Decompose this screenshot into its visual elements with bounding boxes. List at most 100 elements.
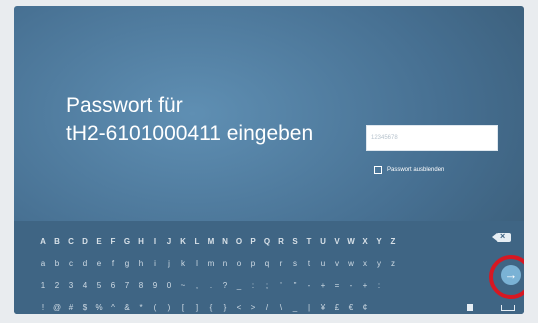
spacebar-icon[interactable]	[501, 305, 515, 311]
keyboard-key[interactable]: B	[50, 235, 64, 249]
keyboard-key[interactable]: U	[316, 235, 330, 249]
keyboard-key[interactable]: k	[176, 257, 190, 271]
keyboard-key[interactable]: #	[64, 301, 78, 314]
keyboard-key[interactable]: -	[302, 279, 316, 293]
keyboard-key[interactable]: X	[358, 235, 372, 249]
keyboard-key[interactable]: $	[78, 301, 92, 314]
keyboard-key[interactable]: z	[386, 257, 400, 271]
keyboard-key[interactable]: m	[204, 257, 218, 271]
keyboard-key[interactable]: +	[358, 279, 372, 293]
keyboard-key[interactable]: }	[218, 301, 232, 314]
keyboard-key[interactable]: f	[106, 257, 120, 271]
keyboard-key[interactable]: c	[64, 257, 78, 271]
keyboard-key[interactable]: V	[330, 235, 344, 249]
keyboard-key[interactable]: E	[92, 235, 106, 249]
keyboard-key[interactable]: e	[92, 257, 106, 271]
keyboard-key[interactable]: _	[232, 279, 246, 293]
keyboard-key[interactable]: Y	[372, 235, 386, 249]
keyboard-key[interactable]: ,	[190, 279, 204, 293]
keyboard-key[interactable]: q	[260, 257, 274, 271]
keyboard-key[interactable]: u	[316, 257, 330, 271]
keyboard-key[interactable]: @	[50, 301, 64, 314]
keyboard-key[interactable]: t	[302, 257, 316, 271]
keyboard-key[interactable]: T	[302, 235, 316, 249]
keyboard-key[interactable]: _	[288, 301, 302, 314]
keyboard-key[interactable]: I	[148, 235, 162, 249]
keyboard-key[interactable]: 7	[120, 279, 134, 293]
keyboard-key[interactable]: M	[204, 235, 218, 249]
keyboard-key[interactable]: 1	[36, 279, 50, 293]
keyboard-key[interactable]: ?	[218, 279, 232, 293]
keyboard-key[interactable]: =	[330, 279, 344, 293]
keyboard-key[interactable]: ¥	[316, 301, 330, 314]
keyboard-key[interactable]: y	[372, 257, 386, 271]
keyboard-key[interactable]: 8	[134, 279, 148, 293]
keyboard-key[interactable]: 4	[78, 279, 92, 293]
keyboard-key[interactable]: <	[232, 301, 246, 314]
keyboard-key[interactable]: l	[190, 257, 204, 271]
keyboard-key[interactable]: L	[190, 235, 204, 249]
keyboard-key[interactable]: *	[134, 301, 148, 314]
keyboard-key[interactable]: p	[246, 257, 260, 271]
keyboard-key[interactable]: n	[218, 257, 232, 271]
keyboard-key[interactable]: D	[78, 235, 92, 249]
keyboard-key[interactable]: Q	[260, 235, 274, 249]
keyboard-key[interactable]: >	[246, 301, 260, 314]
keyboard-key[interactable]: )	[162, 301, 176, 314]
keyboard-key[interactable]: 3	[64, 279, 78, 293]
keyboard-key[interactable]: H	[134, 235, 148, 249]
keyboard-key[interactable]: 0	[162, 279, 176, 293]
keyboard-key[interactable]: ]	[190, 301, 204, 314]
keyboard-key[interactable]: !	[36, 301, 50, 314]
keyboard-key[interactable]: s	[288, 257, 302, 271]
keyboard-key[interactable]: \	[274, 301, 288, 314]
keyboard-key[interactable]: Z	[386, 235, 400, 249]
keyboard-key[interactable]: J	[162, 235, 176, 249]
keyboard-key[interactable]: {	[204, 301, 218, 314]
keyboard-key[interactable]: |	[302, 301, 316, 314]
keyboard-key[interactable]: .	[204, 279, 218, 293]
keyboard-key[interactable]: %	[92, 301, 106, 314]
keyboard-key[interactable]: i	[148, 257, 162, 271]
keyboard-key[interactable]: :	[246, 279, 260, 293]
keyboard-key[interactable]: 9	[148, 279, 162, 293]
keyboard-key[interactable]: ^	[106, 301, 120, 314]
keyboard-key[interactable]: j	[162, 257, 176, 271]
keyboard-key[interactable]: 2	[50, 279, 64, 293]
keyboard-key[interactable]: F	[106, 235, 120, 249]
checkbox-icon[interactable]	[374, 166, 382, 174]
keyboard-key[interactable]: b	[50, 257, 64, 271]
keyboard-key[interactable]: g	[120, 257, 134, 271]
keyboard-key[interactable]: a	[36, 257, 50, 271]
show-password-toggle[interactable]: Passwort ausblenden	[374, 166, 444, 174]
keyboard-key[interactable]: R	[274, 235, 288, 249]
keyboard-key[interactable]: £	[330, 301, 344, 314]
keyboard-key[interactable]: '	[274, 279, 288, 293]
password-field[interactable]: 12345678	[366, 125, 498, 151]
keyboard-key[interactable]: K	[176, 235, 190, 249]
trash-icon[interactable]	[467, 304, 473, 311]
keyboard-key[interactable]: d	[78, 257, 92, 271]
backspace-icon[interactable]: ×	[492, 231, 511, 242]
keyboard-key[interactable]: [	[176, 301, 190, 314]
keyboard-key[interactable]: €	[344, 301, 358, 314]
keyboard-key[interactable]: ~	[176, 279, 190, 293]
keyboard-key[interactable]: N	[218, 235, 232, 249]
keyboard-key[interactable]: W	[344, 235, 358, 249]
keyboard-key[interactable]: 5	[92, 279, 106, 293]
keyboard-key[interactable]: :	[372, 279, 386, 293]
keyboard-key[interactable]: ¢	[358, 301, 372, 314]
keyboard-key[interactable]: h	[134, 257, 148, 271]
keyboard-key[interactable]: "	[288, 279, 302, 293]
keyboard-key[interactable]: /	[260, 301, 274, 314]
keyboard-key[interactable]: P	[246, 235, 260, 249]
keyboard-key[interactable]: ;	[260, 279, 274, 293]
keyboard-key[interactable]: -	[344, 279, 358, 293]
keyboard-key[interactable]: x	[358, 257, 372, 271]
keyboard-key[interactable]: r	[274, 257, 288, 271]
keyboard-key[interactable]: (	[148, 301, 162, 314]
keyboard-key[interactable]: &	[120, 301, 134, 314]
keyboard-key[interactable]: 6	[106, 279, 120, 293]
keyboard-key[interactable]: C	[64, 235, 78, 249]
keyboard-key[interactable]: S	[288, 235, 302, 249]
